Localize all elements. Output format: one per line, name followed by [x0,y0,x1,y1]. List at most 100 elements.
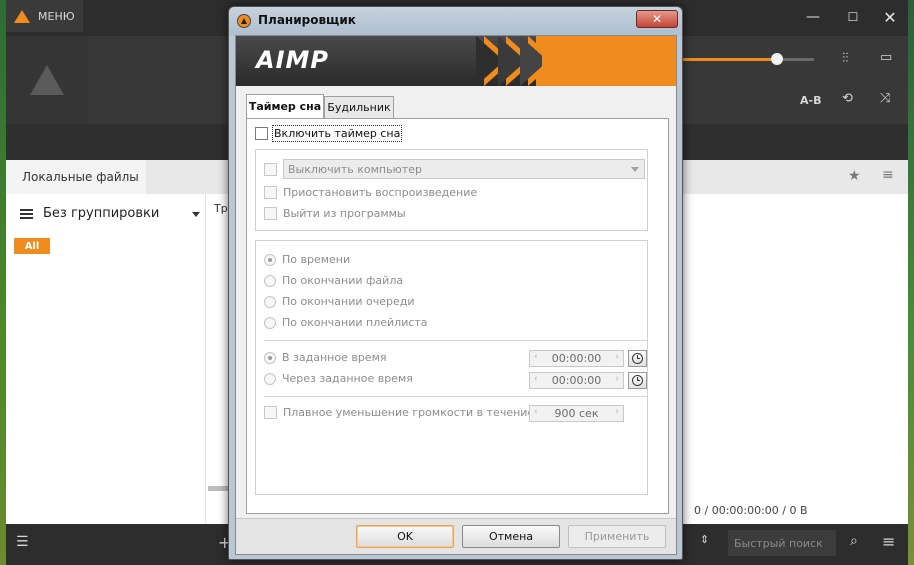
chevron-right-icon[interactable]: › [615,407,619,417]
pause-label: Приостановить воспроизведение [283,186,478,199]
all-filter-badge[interactable]: All [14,238,50,254]
chevron-down-icon [631,167,639,172]
shutdown-checkbox[interactable] [264,163,277,176]
dialog-body: AIMP Таймер сна Будильник Включить тайме… [235,35,677,555]
by-time-radio[interactable] [264,253,276,266]
action-combo[interactable]: Выключить компьютер [283,159,645,179]
horizontal-scrollbar[interactable] [208,486,228,491]
exit-label: Выйти из программы [283,207,406,220]
library-menu-icon[interactable]: ≡ [882,167,894,183]
separator [264,340,647,341]
track-column-header[interactable]: Тр [214,202,228,215]
chevron-left-icon[interactable]: ‹ [534,407,538,417]
after-time-radio[interactable] [264,372,276,385]
radio-by-time-row[interactable]: По времени [264,253,350,266]
sleep-timer-panel: Включить таймер сна Выключить компьютер … [246,118,669,514]
ab-repeat-button[interactable]: A-B [800,94,821,107]
apply-button[interactable]: Применить [568,525,666,548]
radio-after-time-row[interactable]: Через заданное время [264,372,413,385]
playlist-stats: 0 / 00:00:00:00 / 0 B [694,504,808,517]
after-time-value: 00:00:00 [551,374,602,387]
dialog-title: Планировщик [258,13,356,27]
aimp-logo-icon [14,9,30,23]
clock-icon [632,375,643,386]
action-group: Выключить компьютер Приостановить воспро… [255,149,648,231]
tab-local-files[interactable]: Локальные файлы [6,160,146,194]
fade-checkbox[interactable] [264,406,277,419]
dialog-title-bar[interactable]: Планировщик ✕ [229,7,682,35]
fade-row[interactable]: Плавное уменьшение громкости в течение: [264,406,538,419]
menu-label: МЕНЮ [38,9,75,23]
desktop-right-edge [908,0,914,565]
close-icon[interactable]: ✕ [875,4,905,30]
chevron-left-icon[interactable]: ‹ [534,374,538,384]
tab-alarm[interactable]: Будильник [324,96,394,118]
banner-logo-text: AIMP [256,46,329,74]
grouping-label: Без группировки [43,206,160,221]
at-time-value: 00:00:00 [551,352,602,365]
album-art [6,36,88,124]
enable-timer-row[interactable]: Включить таймер сна [255,125,403,142]
at-time-clock-button[interactable] [628,350,647,367]
ok-button[interactable]: OK [356,525,454,548]
tab-sleep-timer[interactable]: Таймер сна [246,94,324,118]
volume-slider[interactable] [682,53,814,65]
chevron-down-icon[interactable] [192,212,200,217]
fade-spinner[interactable]: ‹ 900 сек › [529,405,624,422]
hamburger-icon [20,208,33,219]
scheduler-dialog: Планировщик ✕ AIMP Таймер сна Будильник … [228,6,683,560]
after-time-label: Через заданное время [282,372,413,385]
search-icon[interactable]: ⌕ [850,533,858,549]
after-time-spinner[interactable]: ‹ 00:00:00 › [529,372,624,389]
radio-at-time-row[interactable]: В заданное время [264,351,387,364]
trigger-group: По времени По окончании файла По окончан… [255,240,648,495]
radio-end-file-row[interactable]: По окончании файла [264,274,403,287]
separator [264,396,647,397]
chevron-left-icon[interactable]: ‹ [534,352,538,362]
end-queue-radio[interactable] [264,295,276,308]
end-file-radio[interactable] [264,274,276,287]
chevron-right-icon[interactable]: › [615,374,619,384]
by-time-label: По времени [282,253,351,266]
display-icon[interactable]: ▭ [880,50,892,65]
after-time-clock-button[interactable] [628,372,647,389]
grouping-pane: Без группировки All [6,194,206,524]
at-time-spinner[interactable]: ‹ 00:00:00 › [529,350,624,367]
quick-search-input[interactable]: Быстрый поиск [728,530,836,556]
shuffle-icon[interactable]: ⤨ [880,91,890,106]
exit-checkbox[interactable] [264,207,277,220]
dialog-button-bar: OK Отмена Применить [236,518,676,554]
dialog-close-button[interactable]: ✕ [636,10,678,28]
action-combo-value: Выключить компьютер [288,162,422,176]
pause-row[interactable]: Приостановить воспроизведение [264,186,477,199]
radio-end-queue-row[interactable]: По окончании очереди [264,295,415,308]
pause-checkbox[interactable] [264,186,277,199]
at-time-radio[interactable] [264,351,276,364]
repeat-icon[interactable]: ⟲ [842,91,853,106]
enable-timer-label: Включить таймер сна [271,125,403,142]
sort-arrows-icon[interactable]: ⇕ [700,533,709,546]
equalizer-icon[interactable]: ⫶⫶ [842,51,849,66]
aimp-app-icon [237,14,251,28]
exit-row[interactable]: Выйти из программы [264,207,406,220]
cancel-button[interactable]: Отмена [462,525,560,548]
star-icon[interactable]: ★ [848,168,861,184]
playlist-list-icon[interactable]: ☰ [16,534,29,550]
minimize-icon[interactable]: — [798,4,828,30]
at-time-label: В заданное время [282,351,387,364]
main-menu-icon[interactable]: ≡ [882,532,895,551]
volume-knob[interactable] [771,53,784,65]
chevron-right-icon[interactable]: › [615,352,619,362]
end-playlist-radio[interactable] [264,316,276,329]
aimp-banner: AIMP [236,36,676,86]
menu-button[interactable]: МЕНЮ [6,0,83,32]
aimp-watermark-icon [30,65,64,95]
banner-chevron-icon [542,36,570,86]
fade-value: 900 сек [554,407,599,420]
radio-end-playlist-row[interactable]: По окончании плейлиста [264,316,428,329]
grouping-selector[interactable]: Без группировки [20,206,159,221]
maximize-icon[interactable]: ☐ [838,4,868,30]
volume-fill [682,58,778,61]
enable-timer-checkbox[interactable] [255,127,268,140]
end-playlist-label: По окончании плейлиста [282,316,428,329]
